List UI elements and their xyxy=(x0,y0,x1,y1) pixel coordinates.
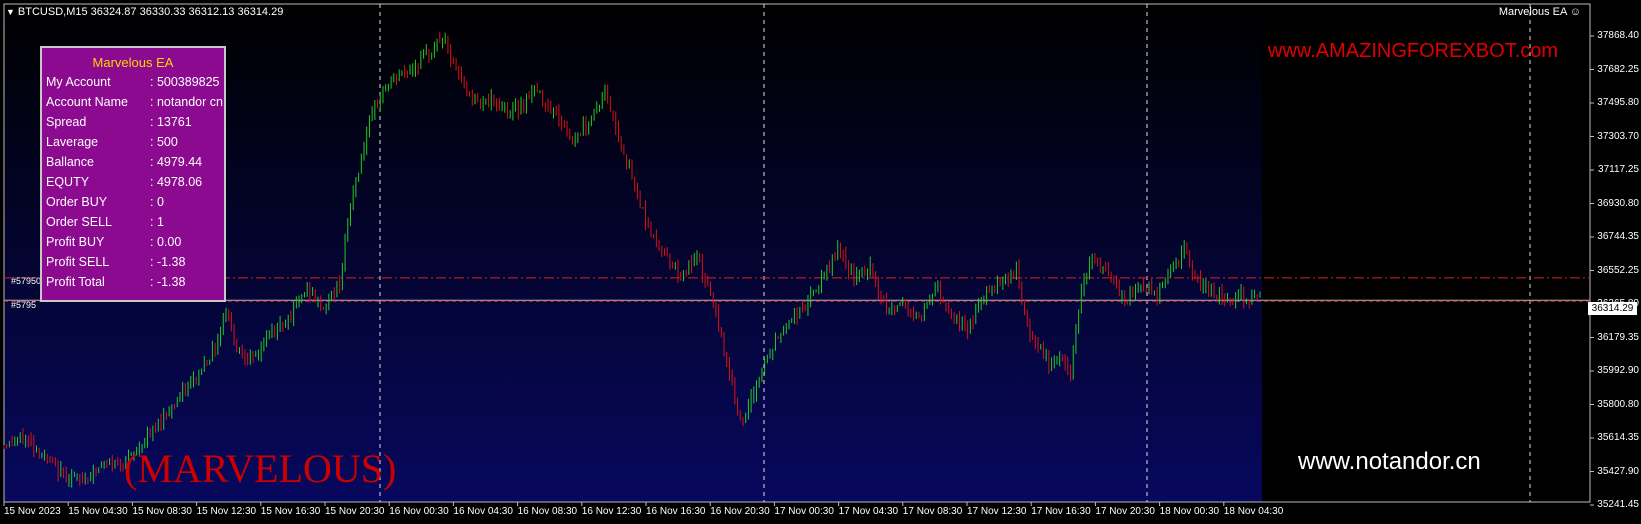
panel-row-label: Profit SELL xyxy=(46,255,110,269)
panel-row: Profit Total : -1.38 xyxy=(42,273,224,293)
price-tick-label: 35241.45 xyxy=(1597,499,1639,510)
price-tick-label: 36179.35 xyxy=(1597,331,1639,343)
panel-row: Profit BUY : 0.00 xyxy=(42,233,224,253)
panel-row-value: : 4979.44 xyxy=(150,155,203,169)
url-bottom-text: www.notandor.cn xyxy=(1298,448,1481,475)
panel-row: Order SELL : 1 xyxy=(42,213,224,233)
time-tick-label: 16 Nov 12:30 xyxy=(581,506,642,517)
dropdown-triangle-icon[interactable]: ▼ xyxy=(6,7,15,17)
panel-row-label: Laverage xyxy=(46,135,99,149)
time-tick-label: 16 Nov 16:30 xyxy=(646,506,706,517)
panel-row: Laverage : 500 xyxy=(42,133,224,153)
panel-row: My Account : 500389825 xyxy=(42,73,224,93)
time-tick-label: 15 Nov 08:30 xyxy=(132,506,192,517)
panel-row-label: Ballance xyxy=(46,155,94,169)
price-tick-label: 35427.90 xyxy=(1597,465,1639,477)
time-tick-label: 15 Nov 16:30 xyxy=(260,506,321,517)
ea-info-panel: Marvelous EA My Account : 500389825 Accoun… xyxy=(40,46,226,302)
time-tick-label: 18 Nov 04:30 xyxy=(1223,506,1284,517)
panel-row-label: My Account xyxy=(46,75,111,89)
price-tick-label: 36744.35 xyxy=(1597,231,1639,242)
panel-row: Profit SELL : -1.38 xyxy=(42,253,224,273)
symbol-header: ▼ BTCUSD,M15 36324.87 36330.33 36312.13 3… xyxy=(6,6,283,18)
brand-watermark: (MARVELOUS) xyxy=(124,446,397,491)
price-tick-label: 36930.80 xyxy=(1597,197,1639,209)
symbol-info: BTCUSD,M15 36324.87 36330.33 36312.13 36… xyxy=(17,6,284,18)
time-tick-label: 15 Nov 12:30 xyxy=(196,506,257,517)
price-tick-label: 37682.25 xyxy=(1597,63,1639,75)
time-tick-label: 17 Nov 16:30 xyxy=(1031,506,1091,517)
panel-title: Marvelous EA xyxy=(92,55,174,70)
time-tick-label: 17 Nov 04:30 xyxy=(838,506,899,517)
panel-row-value: : 1 xyxy=(150,215,164,229)
ea-label: Marvelous EA ☺ xyxy=(1498,6,1581,18)
panel-row-value: : -1.38 xyxy=(150,275,186,289)
panel-row-label: Profit BUY xyxy=(46,235,105,249)
panel-row-value: : 13761 xyxy=(150,115,192,129)
panel-row-value: : -1.38 xyxy=(150,255,186,269)
panel-row-value: : 0.00 xyxy=(150,235,182,249)
time-tick-label: 15 Nov 2023 xyxy=(4,506,61,517)
price-tick-label: 35614.35 xyxy=(1597,432,1639,443)
panel-row: EQUTY : 4978.06 xyxy=(42,173,224,193)
time-tick-label: 17 Nov 20:30 xyxy=(1095,506,1155,517)
price-tick-label: 36552.25 xyxy=(1597,264,1639,276)
price-tick-label: 37303.70 xyxy=(1597,130,1639,142)
time-tick-label: 18 Nov 00:30 xyxy=(1159,506,1220,517)
order-tag: #57950 xyxy=(11,276,42,286)
panel-row: Ballance : 4979.44 xyxy=(42,153,224,173)
panel-row: Account Name : notandor cn xyxy=(42,93,224,113)
time-tick-label: 15 Nov 20:30 xyxy=(325,506,385,517)
panel-row-value: : 0 xyxy=(150,195,164,209)
time-tick-label: 16 Nov 04:30 xyxy=(453,506,513,517)
panel-row-value: : 500 xyxy=(150,135,178,149)
time-tick-label: 15 Nov 04:30 xyxy=(68,506,128,517)
price-tick-label: 37117.25 xyxy=(1598,164,1639,175)
price-tick-label: 37495.80 xyxy=(1597,97,1639,108)
panel-row-value: : notandor cn xyxy=(150,95,223,109)
panel-row-value: : 4978.06 xyxy=(150,175,203,189)
panel-row-label: Spread xyxy=(46,115,87,129)
time-tick-label: 16 Nov 20:30 xyxy=(710,506,770,517)
price-tick-label: 35800.80 xyxy=(1597,398,1639,410)
price-tick-label: 37868.40 xyxy=(1597,30,1639,41)
time-tick-label: 17 Nov 12:30 xyxy=(967,506,1027,517)
panel-row-label: Profit Total xyxy=(46,275,105,289)
panel-row: Order BUY : 0 xyxy=(42,193,224,213)
order-tag: #5795 xyxy=(11,300,37,310)
panel-row-label: EQUTY xyxy=(46,175,90,189)
time-tick-label: 17 Nov 00:30 xyxy=(774,506,834,517)
panel-row-label: Order SELL xyxy=(46,215,113,229)
time-tick-label: 16 Nov 08:30 xyxy=(517,506,578,517)
panel-row-label: Account Name xyxy=(46,95,128,109)
panel-row-value: : 500389825 xyxy=(150,75,220,89)
panel-row-label: Order BUY xyxy=(46,195,108,209)
time-tick-label: 16 Nov 00:30 xyxy=(389,506,449,517)
panel-row: Spread : 13761 xyxy=(42,113,224,133)
time-tick-label: 17 Nov 08:30 xyxy=(902,506,963,517)
price-tick-label: 35992.90 xyxy=(1597,365,1639,376)
url-top-text: www.AMAZINGFOREXBOT.com xyxy=(1268,40,1559,62)
current-price-label: 36314.29 xyxy=(1588,302,1637,315)
